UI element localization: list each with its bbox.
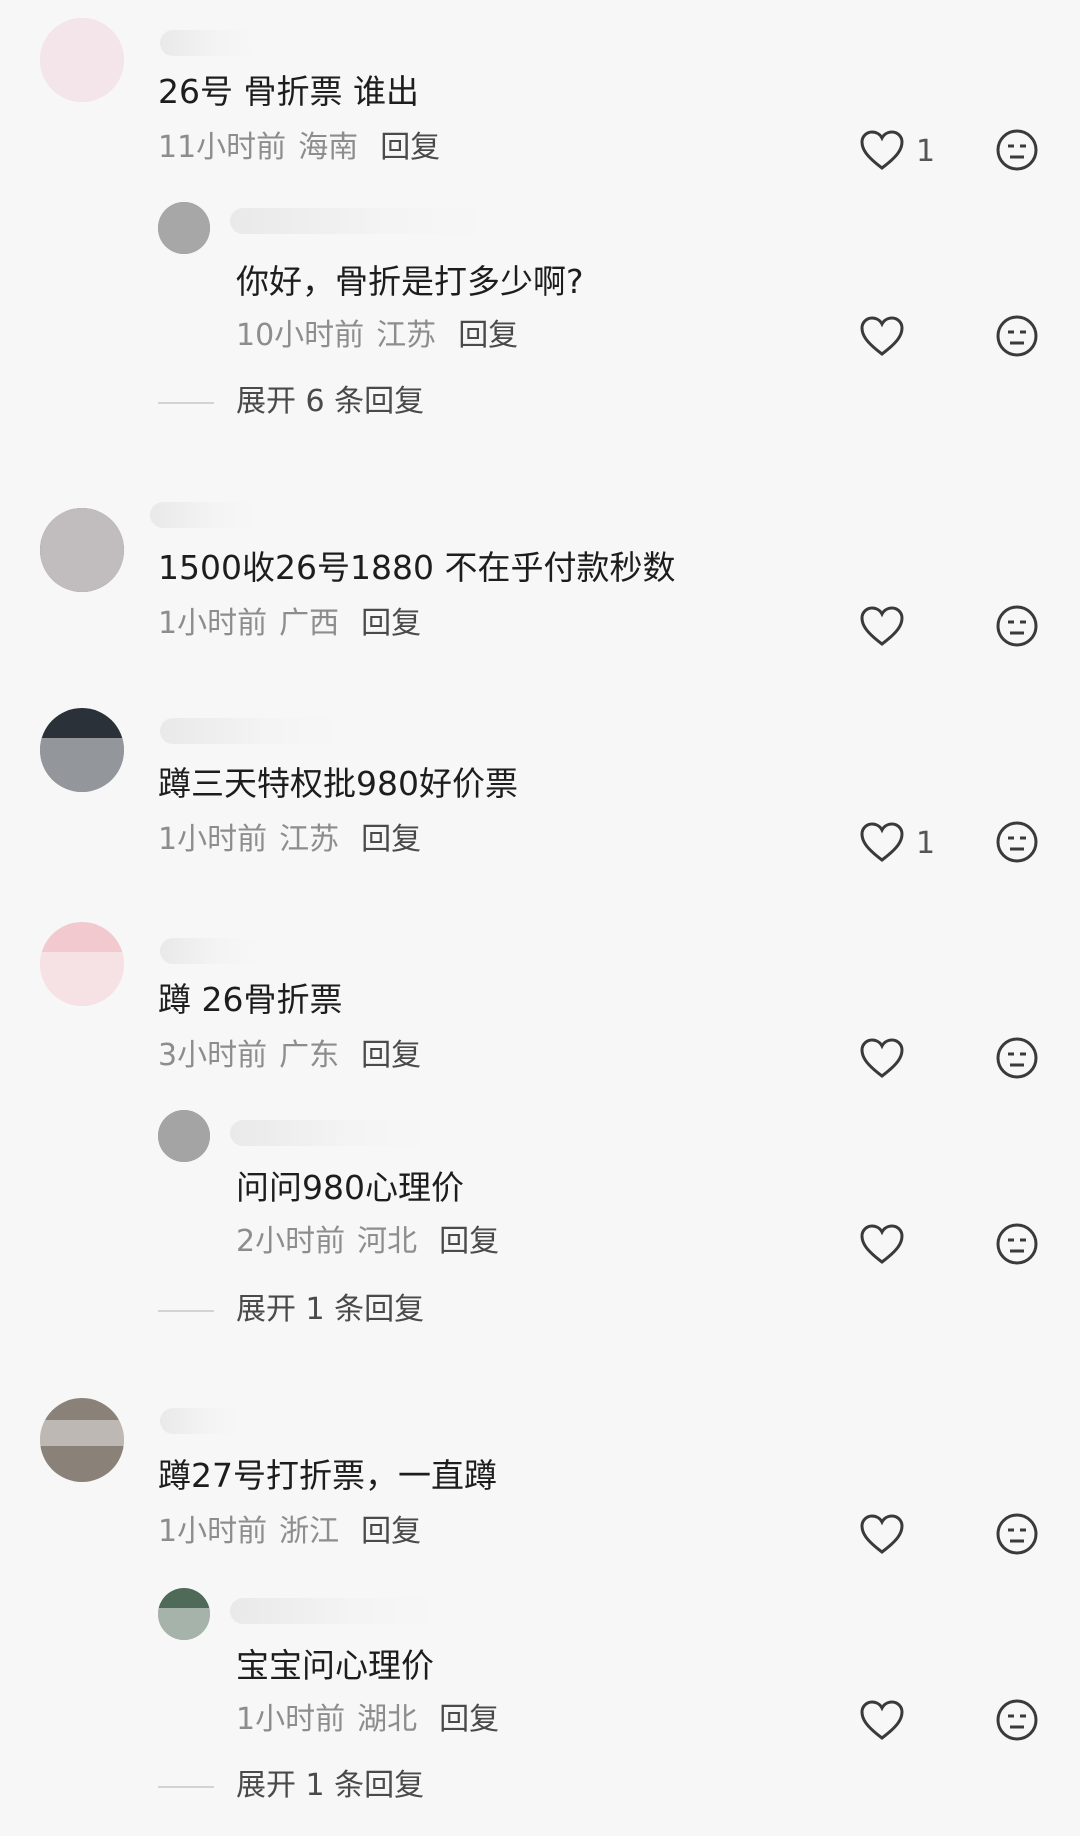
like-button[interactable]: 1 [860,822,940,866]
comment-location: 海南 [298,130,359,165]
heart-outline-icon [860,1700,904,1740]
comment-meta: 3小时前 广东 回复 [158,1038,421,1074]
neutral-face-icon[interactable] [995,820,1039,864]
comment-meta: 1小时前 广西 回复 [158,606,421,642]
reply-avatar[interactable] [158,1588,210,1640]
heart-outline-icon [860,316,904,356]
username-redacted [230,208,490,234]
comment-text: 蹲 26骨折票 [158,980,343,1019]
comment-location: 广东 [279,1038,340,1073]
reply-text: 问问980心理价 [236,1168,464,1207]
heart-outline-icon [860,606,904,646]
like-button[interactable] [860,316,940,360]
heart-outline-icon [860,1224,904,1264]
comment-text: 蹲27号打折票，一直蹲 [158,1456,497,1495]
heart-outline-icon [860,822,904,862]
avatar[interactable] [40,508,124,592]
like-button[interactable] [860,606,940,650]
reply-time: 1小时前 [236,1702,346,1737]
heart-outline-icon [860,130,904,170]
reply-meta: 10小时前 江苏 回复 [236,318,518,354]
username-redacted [230,1120,430,1146]
username-redacted [160,1408,240,1434]
like-count: 1 [916,134,936,169]
reply-meta: 1小时前 湖北 回复 [236,1702,499,1738]
avatar[interactable] [40,922,124,1006]
expand-replies-label: 展开 1 条回复 [236,1768,425,1803]
reply-button[interactable]: 回复 [361,1038,421,1073]
reply-avatar[interactable] [158,202,210,254]
comment-meta: 11小时前 海南 回复 [158,130,440,166]
reply-button[interactable]: 回复 [380,130,440,165]
username-redacted [160,718,340,744]
like-button[interactable]: 1 [860,130,940,174]
comment-time: 1小时前 [158,606,268,641]
heart-outline-icon [860,1038,904,1078]
expand-replies-label: 展开 6 条回复 [236,384,425,419]
reply-button[interactable]: 回复 [439,1224,499,1259]
reply-location: 河北 [357,1224,418,1259]
avatar[interactable] [40,18,124,102]
reply-button[interactable]: 回复 [458,318,518,353]
comment-time: 3小时前 [158,1038,268,1073]
username-redacted [160,30,260,56]
reply-time: 2小时前 [236,1224,346,1259]
divider [158,402,214,404]
reply-location: 湖北 [357,1702,418,1737]
comment-time: 1小时前 [158,822,268,857]
expand-replies-label: 展开 1 条回复 [236,1292,425,1327]
reply-meta: 2小时前 河北 回复 [236,1224,499,1260]
comment-location: 浙江 [279,1514,340,1549]
reply-avatar[interactable] [158,1110,210,1162]
comment-meta: 1小时前 江苏 回复 [158,822,421,858]
avatar[interactable] [40,1398,124,1482]
comment-list: 26号 骨折票 谁出 11小时前 海南 回复 1 你好，骨折是打多少啊? 10小时前… [0,0,1080,1836]
comment-text: 1500收26号1880 不在乎付款秒数 [158,548,676,587]
reply-button[interactable]: 回复 [361,1514,421,1549]
neutral-face-icon[interactable] [995,128,1039,172]
comment-meta: 1小时前 浙江 回复 [158,1514,421,1550]
heart-outline-icon [860,1514,904,1554]
like-count: 1 [916,826,936,861]
comment-time: 1小时前 [158,1514,268,1549]
username-redacted [160,938,260,964]
username-redacted [150,502,260,528]
comment-time: 11小时前 [158,130,287,165]
comment-text: 蹲三天特权批980好价票 [158,764,518,803]
neutral-face-icon[interactable] [995,1036,1039,1080]
neutral-face-icon[interactable] [995,604,1039,648]
reply-button[interactable]: 回复 [361,606,421,641]
avatar[interactable] [40,708,124,792]
like-button[interactable] [860,1224,940,1268]
username-redacted [230,1598,440,1624]
comment-text: 26号 骨折票 谁出 [158,72,419,111]
reply-location: 江苏 [376,318,437,353]
divider [158,1310,214,1312]
neutral-face-icon[interactable] [995,314,1039,358]
like-button[interactable] [860,1700,940,1744]
reply-button[interactable]: 回复 [361,822,421,857]
comment-location: 江苏 [279,822,340,857]
reply-text: 你好，骨折是打多少啊? [236,262,584,301]
reply-time: 10小时前 [236,318,365,353]
like-button[interactable] [860,1038,940,1082]
neutral-face-icon[interactable] [995,1222,1039,1266]
divider [158,1786,214,1788]
comment-location: 广西 [279,606,340,641]
reply-text: 宝宝问心理价 [236,1646,434,1685]
like-button[interactable] [860,1514,940,1558]
neutral-face-icon[interactable] [995,1698,1039,1742]
neutral-face-icon[interactable] [995,1512,1039,1556]
reply-button[interactable]: 回复 [439,1702,499,1737]
